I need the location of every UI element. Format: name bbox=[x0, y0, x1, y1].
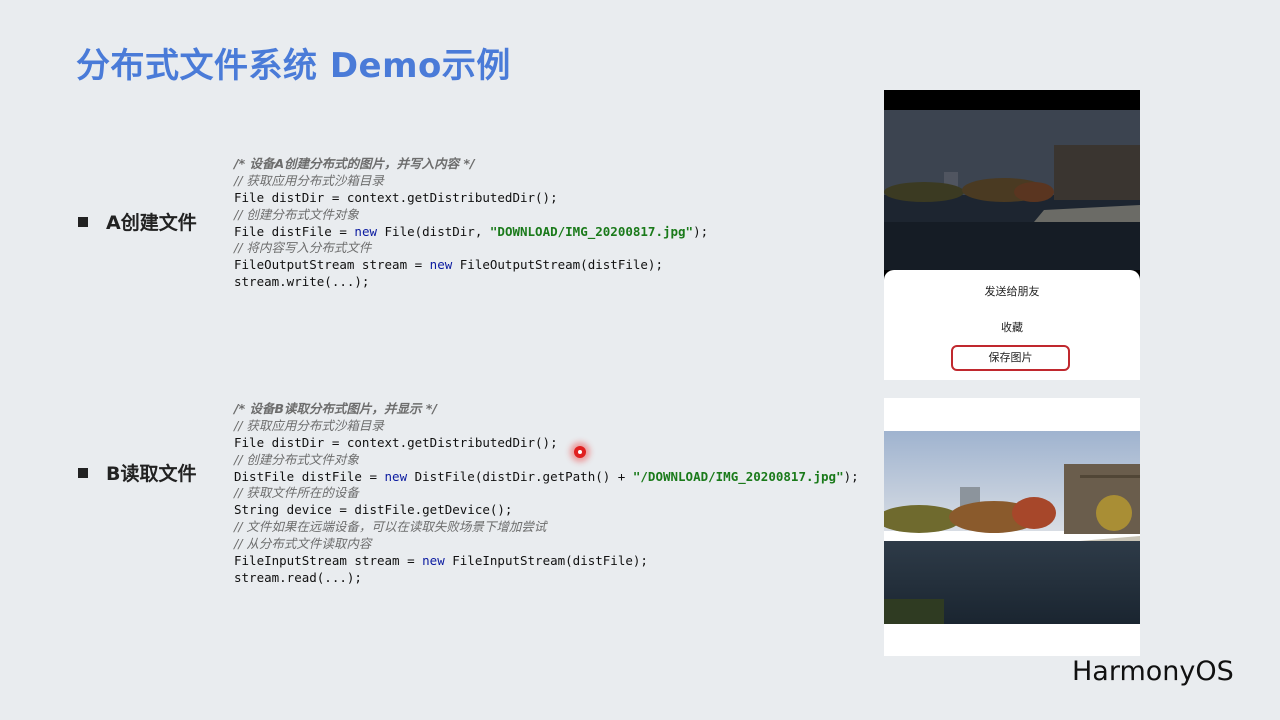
code-line: File distDir = context.getDistributedDir… bbox=[234, 190, 708, 207]
code-comment: // 创建分布式文件对象 bbox=[234, 451, 359, 467]
code-token: File distDir = context.getDistributedDir… bbox=[234, 189, 558, 205]
code-comment: /* 设备B读取分布式图片，并显示 */ bbox=[234, 401, 437, 416]
code-comment: // 文件如果在远端设备，可以在读取失败场景下增加尝试 bbox=[234, 519, 547, 535]
save-image-button[interactable]: 保存图片 bbox=[951, 345, 1070, 371]
code-token: DistFile(distDir.getPath() + bbox=[407, 468, 633, 484]
code-line: File distDir = context.getDistributedDir… bbox=[234, 435, 859, 452]
laser-pointer-icon bbox=[574, 446, 586, 458]
code-line: String device = distFile.getDevice(); bbox=[234, 502, 859, 519]
code-token: stream.read(...); bbox=[234, 569, 362, 585]
code-token: File(distDir, bbox=[377, 223, 490, 239]
code-keyword: new bbox=[384, 468, 408, 484]
code-token: String device = distFile.getDevice(); bbox=[234, 502, 513, 518]
section-a-label: A创建文件 bbox=[78, 208, 197, 235]
code-line: DistFile distFile = new DistFile(distDir… bbox=[234, 469, 859, 486]
code-comment: // 获取应用分布式沙箱目录 bbox=[234, 417, 384, 433]
code-token: FileInputStream(distFile); bbox=[444, 553, 648, 569]
code-comment-line: // 文件如果在远端设备，可以在读取失败场景下增加尝试 bbox=[234, 519, 859, 536]
code-comment-line: // 创建分布式文件对象 bbox=[234, 207, 708, 224]
harmonyos-logo: HarmonyOS bbox=[1072, 656, 1234, 687]
code-block-a: /* 设备A创建分布式的图片，并写入内容 */// 获取应用分布式沙箱目录 Fil… bbox=[234, 156, 708, 291]
status-bar bbox=[884, 90, 1140, 110]
code-line: stream.write(...); bbox=[234, 274, 708, 291]
code-token: ); bbox=[843, 468, 859, 484]
code-token: File distFile = bbox=[234, 223, 355, 239]
slide-title: 分布式文件系统 Demo示例 bbox=[76, 46, 511, 86]
bullet-icon bbox=[78, 467, 88, 478]
code-comment-line: /* 设备A创建分布式的图片，并写入内容 */ bbox=[234, 156, 708, 173]
code-comment-line: // 将内容写入分布式文件 bbox=[234, 240, 708, 257]
section-a-label-text: A创建文件 bbox=[106, 212, 197, 234]
code-comment-line: /* 设备B读取分布式图片，并显示 */ bbox=[234, 401, 859, 418]
code-comment-line: // 创建分布式文件对象 bbox=[234, 452, 859, 469]
code-string: "/DOWNLOAD/IMG_20200817.jpg" bbox=[632, 468, 844, 484]
code-line: FileOutputStream stream = new FileOutput… bbox=[234, 257, 708, 274]
code-comment-line: // 获取文件所在的设备 bbox=[234, 485, 859, 502]
favorite-option[interactable]: 收藏 bbox=[884, 319, 1140, 335]
code-comment: // 将内容写入分布式文件 bbox=[234, 240, 372, 256]
code-keyword: new bbox=[422, 553, 445, 569]
code-token: FileOutputStream stream = bbox=[234, 257, 430, 273]
code-line: FileInputStream stream = new FileInputSt… bbox=[234, 553, 859, 570]
code-comment: /* 设备A创建分布式的图片，并写入内容 */ bbox=[234, 156, 475, 171]
bullet-icon bbox=[78, 216, 88, 227]
code-token: File distDir = context.getDistributedDir… bbox=[234, 434, 558, 450]
code-token: ); bbox=[693, 223, 709, 239]
code-comment: // 获取应用分布式沙箱目录 bbox=[234, 172, 384, 188]
code-comment-line: // 获取应用分布式沙箱目录 bbox=[234, 173, 708, 190]
send-to-friend-option[interactable]: 发送给朋友 bbox=[884, 283, 1140, 299]
lake-photo bbox=[884, 431, 1140, 624]
code-token: stream.write(...); bbox=[234, 274, 370, 290]
code-keyword: new bbox=[429, 257, 453, 273]
lake-photo-dimmed bbox=[884, 110, 1140, 270]
code-comment: // 获取文件所在的设备 bbox=[234, 485, 359, 501]
code-comment-line: // 从分布式文件读取内容 bbox=[234, 536, 859, 553]
code-string: "DOWNLOAD/IMG_20200817.jpg" bbox=[489, 223, 694, 239]
code-line: stream.read(...); bbox=[234, 570, 859, 587]
code-comment: // 创建分布式文件对象 bbox=[234, 206, 359, 222]
code-token: DistFile distFile = bbox=[234, 468, 385, 484]
code-token: FileOutputStream(distFile); bbox=[452, 257, 663, 273]
device-a-screenshot: 发送给朋友 收藏 保存图片 bbox=[884, 90, 1140, 380]
code-keyword: new bbox=[354, 223, 377, 239]
code-comment-line: // 获取应用分布式沙箱目录 bbox=[234, 418, 859, 435]
device-b-screenshot bbox=[884, 398, 1140, 656]
code-line: File distFile = new File(distDir, "DOWNL… bbox=[234, 224, 708, 241]
section-b-label: B读取文件 bbox=[78, 459, 196, 486]
share-action-sheet: 发送给朋友 收藏 保存图片 bbox=[884, 270, 1140, 380]
section-b-label-text: B读取文件 bbox=[106, 463, 197, 485]
code-block-b: /* 设备B读取分布式图片，并显示 */// 获取应用分布式沙箱目录 File d… bbox=[234, 401, 859, 587]
code-token: FileInputStream stream = bbox=[234, 553, 423, 569]
code-comment: // 从分布式文件读取内容 bbox=[234, 536, 372, 552]
